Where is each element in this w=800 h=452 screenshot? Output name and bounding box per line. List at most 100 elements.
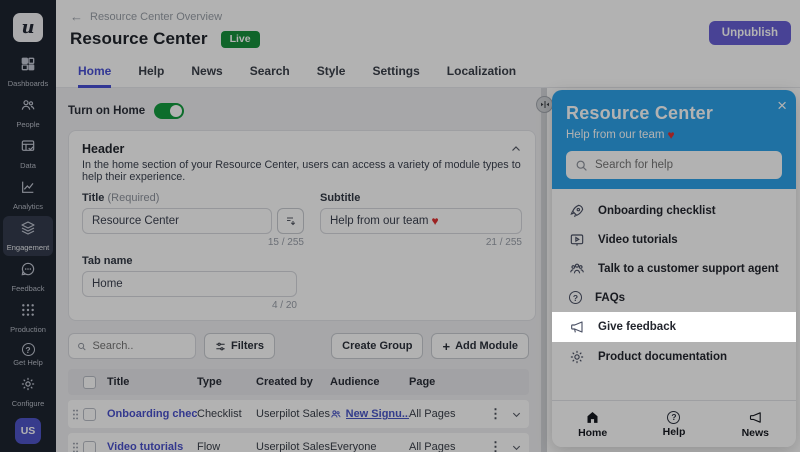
insert-variable-button[interactable] [277,208,304,234]
section-tabs: Home Help News Search Style Settings Loc… [56,58,800,88]
sidebar-item-analytics[interactable]: Analytics [3,175,53,215]
table-row: Video tutorials Flow Userpilot Sales Eve… [68,433,529,452]
module-search[interactable] [68,333,196,359]
audience-label: New Signu... [346,408,409,420]
plus-icon [442,339,450,354]
module-title-link[interactable]: Onboarding chec... [107,408,197,420]
tab-settings[interactable]: Settings [372,58,419,88]
home-icon [585,410,600,425]
analytics-icon [20,179,36,200]
preview-nav-help[interactable]: Help [633,401,714,447]
tab-style[interactable]: Style [317,58,346,88]
gear-icon [569,349,585,365]
close-icon[interactable] [777,96,787,116]
sidebar-item-engagement[interactable]: Engagement [3,216,53,256]
engagement-icon [20,220,36,241]
module-onboarding-checklist[interactable]: Onboarding checklist [552,196,796,225]
row-expand-chevron-icon[interactable] [511,442,522,452]
header-card-title: Header [82,142,124,156]
tab-help[interactable]: Help [138,58,164,88]
module-video-tutorials[interactable]: Video tutorials [552,225,796,254]
preview-nav-news[interactable]: News [715,401,796,447]
module-title-link[interactable]: Video tutorials [107,441,197,452]
row-checkbox[interactable] [83,408,96,421]
module-product-documentation[interactable]: Product documentation [552,342,796,371]
sidebar-item-label: Engagement [7,243,50,252]
sidebar-item-production[interactable]: Production [3,298,53,338]
preview-nav-home[interactable]: Home [552,401,633,447]
module-label: Video tutorials [598,234,678,246]
filters-button[interactable]: Filters [204,333,275,359]
add-module-label: Add Module [455,340,518,352]
select-all-checkbox[interactable] [83,376,96,389]
turn-on-home-toggle[interactable] [154,103,184,119]
preview-search-input[interactable] [595,159,773,171]
create-group-label: Create Group [342,340,412,352]
sidebar-item-dashboards[interactable]: Dashboards [3,52,53,92]
insert-variable-icon [285,215,297,227]
back-label: Resource Center Overview [90,11,222,23]
tab-home[interactable]: Home [78,58,111,88]
module-page: All Pages [409,441,477,452]
preview-module-list: Onboarding checklist Video tutorials Tal… [552,189,796,371]
userpilot-logo[interactable]: u [13,13,43,42]
subtitle-input[interactable]: Help from our team ♥ [320,208,522,234]
tab-name-char-counter: 4 / 20 [82,300,297,311]
split-divider[interactable] [541,88,547,452]
module-created-by: Userpilot Sales [256,408,330,420]
audience-link[interactable]: New Signu... [330,408,409,420]
support-agent-icon [569,261,585,277]
tab-search[interactable]: Search [250,58,290,88]
row-checkbox[interactable] [83,441,96,452]
sidebar-item-label: Get Help [13,358,43,367]
tab-name-input[interactable] [82,271,297,297]
turn-on-home-label: Turn on Home [68,105,145,117]
row-menu-icon[interactable] [489,439,502,452]
sidebar-item-data[interactable]: Data [3,134,53,174]
sidebar-item-configure[interactable]: Configure [3,372,53,412]
collapse-chevron-up-icon[interactable] [510,143,522,155]
sidebar-item-label: Dashboards [8,79,48,88]
module-give-feedback[interactable]: Give feedback [552,312,796,342]
drag-handle-icon[interactable] [68,409,83,420]
home-tab-content: Turn on Home Header In the home section … [56,88,541,452]
resize-handle[interactable] [536,96,553,113]
sidebar-item-label: Feedback [12,284,45,293]
preview-search[interactable] [566,151,782,179]
help-icon [667,411,680,424]
sidebar-item-feedback[interactable]: Feedback [3,257,53,297]
tab-localization[interactable]: Localization [447,58,516,88]
search-icon [77,341,86,352]
col-audience: Audience [330,376,409,388]
row-menu-icon[interactable] [489,406,502,422]
drag-handle-icon[interactable] [68,442,83,452]
back-link[interactable]: Resource Center Overview [56,0,800,24]
tab-news[interactable]: News [191,58,222,88]
tab-name-field-label: Tab name [82,255,133,267]
sidebar-item-label: Production [10,325,46,334]
preview-nav-label: Home [578,427,607,439]
row-expand-chevron-icon[interactable] [511,409,522,420]
megaphone-icon [569,319,585,335]
module-label: Talk to a customer support agent [598,263,779,275]
modules-toolbar: Filters Create Group Add Module [68,333,529,359]
news-icon [748,410,763,425]
module-faqs[interactable]: FAQs [552,283,796,312]
add-module-button[interactable]: Add Module [431,333,529,359]
title-input[interactable] [82,208,272,234]
filters-icon [215,341,226,352]
sidebar-item-get-help[interactable]: Get Help [3,339,53,371]
module-search-input[interactable] [92,340,187,352]
col-created-by: Created by [256,376,330,388]
audience-people-icon [330,408,342,420]
preview-bottom-nav: Home Help News [552,400,796,447]
create-group-button[interactable]: Create Group [331,333,423,359]
unpublish-button[interactable]: Unpublish [709,21,791,45]
header-settings-card: Header In the home section of your Resou… [68,130,536,321]
sidebar-item-people[interactable]: People [3,93,53,133]
resize-arrows-icon [540,100,550,109]
module-type: Checklist [197,408,256,420]
module-support-agent[interactable]: Talk to a customer support agent [552,254,796,283]
title-field-label: Title [82,192,104,204]
user-avatar[interactable]: US [15,418,41,444]
